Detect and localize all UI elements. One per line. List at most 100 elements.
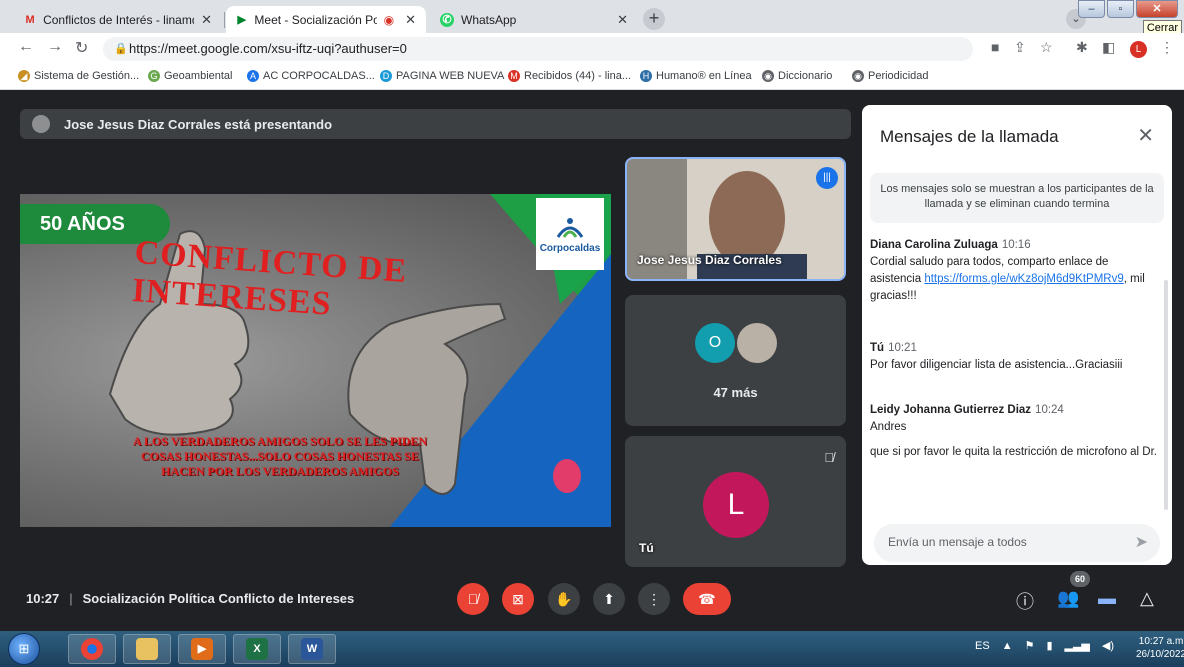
- signal-icon[interactable]: ▂▃▅: [1065, 639, 1090, 652]
- participant-tile-others[interactable]: O 47 más: [625, 295, 846, 426]
- chat-message-input[interactable]: Envía un mensaje a todos ➤: [874, 524, 1160, 562]
- sidepanel-icon[interactable]: ◧: [1102, 39, 1115, 56]
- logo-mark: [556, 217, 584, 238]
- bookmark-star-icon[interactable]: ☆: [1040, 39, 1053, 56]
- tab-title: Conflictos de Interés - linamdaza: [43, 12, 194, 27]
- address-bar-row: ← → ↻ 🔒 https://meet.google.com/xsu-iftz…: [0, 33, 1184, 65]
- presenter-avatar: [32, 115, 50, 133]
- word-icon: W: [301, 638, 323, 660]
- system-clock[interactable]: 10:27 a.m. 26/10/2022: [1136, 635, 1184, 661]
- leave-call-button[interactable]: ☎: [683, 583, 731, 615]
- bookmark-item[interactable]: M Recibidos (44) - lina...: [508, 70, 631, 82]
- bookmark-icon: H: [640, 70, 652, 82]
- meeting-title: Socialización Política Conflicto de Inte…: [82, 591, 355, 606]
- people-count-badge: 60: [1070, 571, 1090, 587]
- chat-icon[interactable]: ▬: [1098, 588, 1116, 609]
- profile-avatar[interactable]: L: [1130, 41, 1147, 58]
- bookmark-item[interactable]: ◢ Sistema de Gestión...: [18, 70, 139, 82]
- close-tab-icon[interactable]: ✕: [617, 12, 628, 28]
- gmail-icon: M: [25, 13, 35, 26]
- window-controls: – ▫ ✕: [1078, 0, 1178, 18]
- people-icon[interactable]: 👥: [1057, 588, 1079, 609]
- flag-icon[interactable]: ⚑: [1025, 639, 1035, 652]
- windows-taskbar: ⊞ ▶ X W ES ▲ ⚑ ▮ ▂▃▅ ◀) 10:27 a.m. 26/10…: [0, 631, 1184, 667]
- gmail-icon: M: [508, 70, 520, 82]
- info-icon[interactable]: ⓘ: [1016, 588, 1034, 614]
- presenting-text: Jose Jesus Diaz Corrales está presentand…: [64, 116, 333, 132]
- tab-whatsapp[interactable]: ✆ WhatsApp ✕: [430, 6, 638, 33]
- chat-message: Leidy Johanna Gutierrez Diaz 10:24 Andres…: [870, 402, 1160, 461]
- chat-scrollbar[interactable]: [1164, 280, 1168, 510]
- self-avatar: L: [703, 472, 769, 538]
- participant-tile-presenter[interactable]: ||| Jose Jesus Diaz Corrales: [625, 157, 846, 281]
- meet-control-bar: 10:27 | Socialización Política Conflicto…: [0, 571, 1184, 631]
- new-tab-button[interactable]: +: [643, 8, 665, 30]
- lock-icon: 🔒: [114, 43, 128, 55]
- speaking-indicator-icon: |||: [816, 167, 838, 189]
- message-body: Cordial saludo para todos, comparto enla…: [870, 256, 1145, 302]
- present-screen-button[interactable]: ⬆: [593, 583, 625, 615]
- message-link[interactable]: https://forms.gle/wKz8ojM6d9KtPMRv9: [924, 273, 1123, 285]
- language-indicator[interactable]: ES: [975, 640, 990, 652]
- bookmark-icon: G: [148, 70, 160, 82]
- clock-date: 26/10/2022: [1136, 649, 1184, 660]
- tab-title: Meet - Socialización Política: [254, 12, 377, 27]
- bookmark-item[interactable]: G Geoambiental: [148, 70, 233, 82]
- bookmark-item[interactable]: H Humano® en Línea: [640, 70, 752, 82]
- bookmark-item[interactable]: ◉ Periodicidad: [852, 70, 929, 82]
- url-field[interactable]: 🔒 https://meet.google.com/xsu-iftz-uqi?a…: [103, 37, 973, 61]
- clock-time: 10:27 a.m.: [1138, 636, 1184, 647]
- participant-tile-self[interactable]: 🎙̸ L Tú: [625, 436, 846, 567]
- extensions-icon[interactable]: ✱: [1076, 39, 1088, 56]
- close-icon[interactable]: ✕: [1137, 123, 1154, 148]
- taskbar-explorer[interactable]: [123, 634, 171, 664]
- bookmark-item[interactable]: ◉ Diccionario: [762, 70, 832, 82]
- message-sender: Leidy Johanna Gutierrez Diaz: [870, 404, 1032, 416]
- tab-meet[interactable]: ▶ Meet - Socialización Política ◉ ✕: [226, 6, 426, 33]
- taskbar-chrome[interactable]: [68, 634, 116, 664]
- reload-icon[interactable]: ↻: [75, 38, 88, 58]
- back-icon[interactable]: ←: [18, 38, 34, 56]
- raise-hand-button[interactable]: ✋: [548, 583, 580, 615]
- start-button[interactable]: ⊞: [8, 633, 40, 665]
- volume-icon[interactable]: ◀): [1102, 639, 1114, 652]
- whatsapp-icon: ✆: [440, 12, 454, 27]
- close-window-button[interactable]: ✕: [1136, 0, 1178, 18]
- slide-quote: A LOS VERDADEROS AMIGOS SOLO SE LES PIDE…: [132, 434, 428, 478]
- mic-off-button[interactable]: 🎙̸: [457, 583, 489, 615]
- message-body: Andres: [870, 421, 907, 433]
- minimize-button[interactable]: –: [1078, 0, 1105, 18]
- bookmark-icon: ◢: [18, 70, 30, 82]
- tray-expand-icon[interactable]: ▲: [1002, 640, 1013, 652]
- tab-gmail[interactable]: M Conflictos de Interés - linamdaza ✕: [14, 6, 222, 33]
- logo-text: Corpocaldas: [539, 242, 601, 254]
- globe-icon: ◉: [762, 70, 774, 82]
- bookmark-item[interactable]: D PAGINA WEB NUEVA: [380, 70, 504, 82]
- browser-tab-bar: M Conflictos de Interés - linamdaza ✕ ▶ …: [0, 0, 1184, 36]
- chat-panel-title: Mensajes de la llamada: [880, 127, 1059, 146]
- activities-icon[interactable]: △: [1140, 588, 1154, 609]
- presentation-slide[interactable]: 50 AÑOS CONFLICTO DE INTERESES Corpocald…: [20, 194, 611, 527]
- url-text: https://meet.google.com/xsu-iftz-uqi?aut…: [129, 41, 407, 56]
- maximize-button[interactable]: ▫: [1107, 0, 1134, 18]
- forward-icon[interactable]: →: [47, 38, 63, 56]
- corpocaldas-logo: Corpocaldas: [536, 198, 604, 270]
- chat-message: Diana Carolina Zuluaga 10:16 Cordial salu…: [870, 237, 1160, 305]
- menu-icon[interactable]: ⋮: [1160, 39, 1174, 56]
- bookmark-item[interactable]: A AC CORPOCALDAS...: [247, 70, 375, 82]
- taskbar-excel[interactable]: X: [233, 634, 281, 664]
- taskbar-media[interactable]: ▶: [178, 634, 226, 664]
- share-icon[interactable]: ⇪: [1014, 39, 1026, 56]
- close-tab-icon[interactable]: ✕: [405, 12, 416, 28]
- close-tab-icon[interactable]: ✕: [201, 12, 212, 28]
- send-icon[interactable]: ➤: [1135, 532, 1148, 552]
- camera-icon[interactable]: ■: [991, 39, 999, 55]
- presenting-banner: Jose Jesus Diaz Corrales está presentand…: [20, 109, 851, 139]
- bookmark-icon: A: [247, 70, 259, 82]
- camera-off-button[interactable]: ⊠: [502, 583, 534, 615]
- more-participants-label: 47 más: [713, 385, 758, 400]
- taskbar-word[interactable]: W: [288, 634, 336, 664]
- network-icon[interactable]: ▮: [1046, 639, 1052, 652]
- more-options-button[interactable]: ⋮: [638, 583, 670, 615]
- participant-photo-avatar: [737, 323, 777, 363]
